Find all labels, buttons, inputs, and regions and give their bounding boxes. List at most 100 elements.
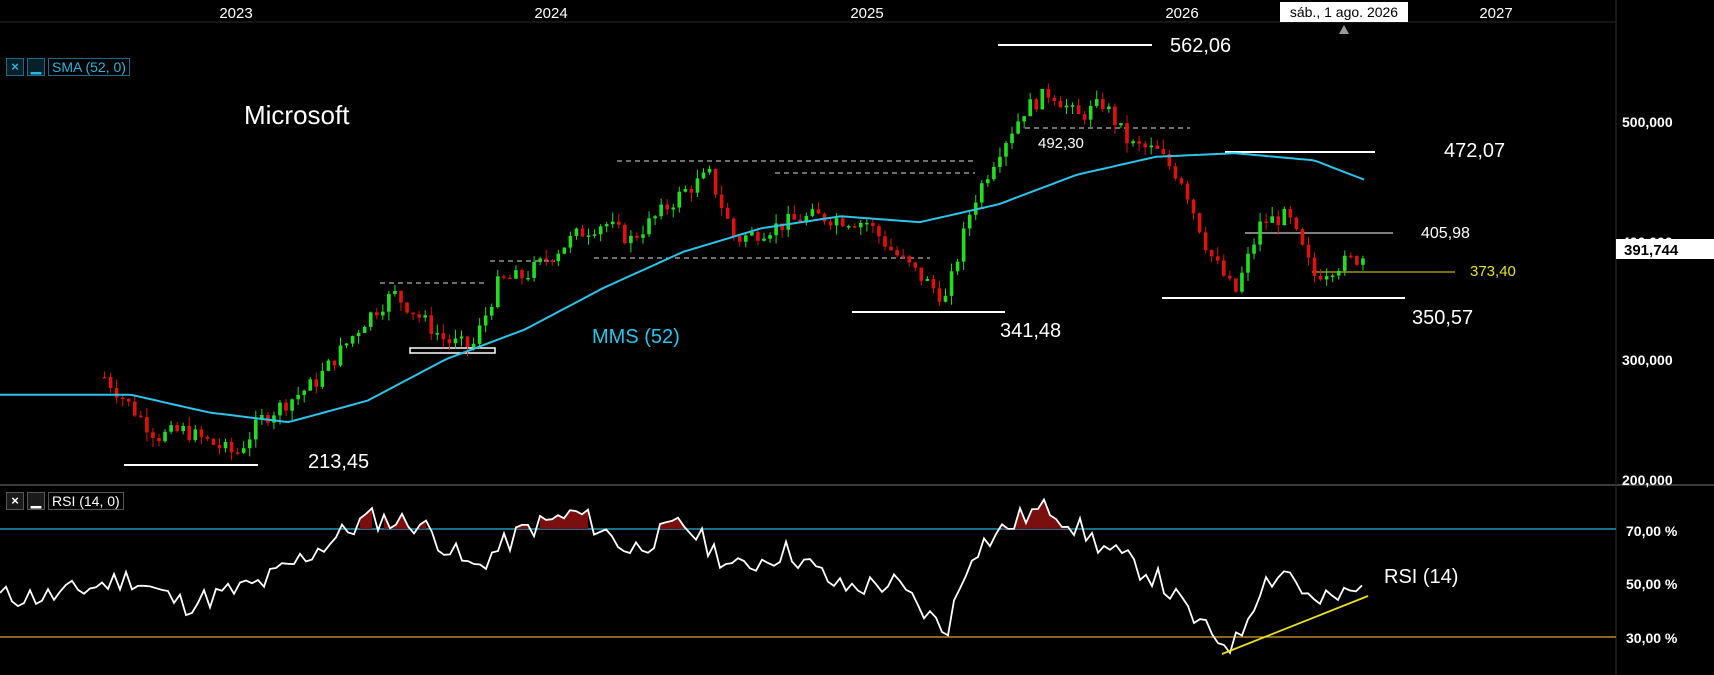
candle-body — [423, 315, 427, 318]
candle-body — [1004, 143, 1008, 157]
candle-body — [1149, 145, 1153, 148]
chart-canvas[interactable]: 2023 2024 2025 2026 2027 sáb., 1 ago. 20… — [0, 0, 1714, 675]
candle-body — [1288, 208, 1293, 218]
candle-body — [120, 397, 125, 400]
candle-body — [719, 194, 724, 208]
candle-body — [846, 226, 851, 228]
close-rsi-button[interactable]: × — [6, 492, 24, 511]
rsi-indicator-control: × ▁ RSI (14, 0) — [6, 492, 124, 511]
candle-body — [858, 222, 863, 228]
candle-body — [1143, 143, 1147, 148]
minimize-rsi-button[interactable]: ▁ — [27, 492, 45, 511]
candle-body — [731, 218, 736, 237]
year-label-2027: 2027 — [1479, 5, 1512, 22]
price-tick-500: 500,000 — [1622, 114, 1673, 130]
label-373: 373,40 — [1470, 263, 1516, 280]
candle-body — [453, 338, 458, 344]
candle-body — [871, 222, 875, 227]
candle-body — [520, 270, 524, 279]
candle-body — [108, 377, 113, 389]
candle-body — [296, 394, 300, 400]
candle-body — [157, 437, 161, 442]
candle-body — [1240, 272, 1244, 292]
close-sma-button[interactable]: × — [6, 58, 24, 77]
candle-body — [1052, 97, 1057, 101]
candle-body — [1264, 221, 1268, 223]
candle-body — [181, 425, 185, 432]
candle-body — [175, 425, 179, 432]
candle-body — [241, 448, 246, 453]
candle-body — [1191, 199, 1196, 214]
candle-body — [429, 315, 434, 334]
candle-body — [635, 235, 639, 238]
candle-body — [671, 207, 676, 210]
candle-body — [1010, 133, 1014, 144]
candle-body — [1234, 278, 1238, 292]
minimize-sma-button[interactable]: ▁ — [27, 58, 45, 77]
candle-body — [1294, 217, 1299, 230]
label-472: 472,07 — [1444, 140, 1505, 162]
candle-body — [1258, 221, 1262, 245]
rsi-panel-label[interactable]: RSI (14, 0) — [48, 492, 124, 511]
candle-body — [417, 314, 421, 318]
candle-body — [278, 402, 282, 416]
candle-body — [1173, 166, 1178, 179]
candle-body — [1252, 244, 1256, 254]
candle-body — [986, 179, 990, 184]
candle-body — [1100, 99, 1105, 110]
candle-body — [937, 288, 942, 302]
candle-body — [1070, 105, 1075, 107]
candle-body — [1058, 100, 1063, 108]
candle-body — [302, 390, 306, 395]
candle-body — [737, 236, 742, 242]
candle-body — [193, 429, 198, 441]
candle-body — [889, 246, 893, 251]
label-mms: MMS (52) — [592, 326, 680, 348]
candle-body — [1215, 256, 1220, 261]
candle-body — [272, 415, 276, 423]
candle-body — [1306, 244, 1311, 258]
candle-body — [495, 276, 500, 308]
candle-body — [151, 432, 155, 438]
sma-indicator-control: × ▁ SMA (52, 0) — [6, 58, 130, 77]
candle-body — [665, 204, 669, 210]
candle-body — [447, 339, 452, 344]
candle-body — [405, 302, 409, 313]
candle-body — [199, 429, 204, 437]
candle-body — [580, 228, 585, 237]
candle-body — [998, 156, 1002, 167]
candle-body — [1300, 229, 1305, 245]
current-price: 391,744 — [1624, 242, 1679, 259]
candle-body — [211, 438, 216, 445]
candle-body — [568, 235, 573, 248]
candle-body — [223, 441, 228, 449]
candle-body — [1082, 114, 1087, 120]
candle-body — [1155, 145, 1160, 149]
candle-body — [877, 226, 881, 237]
sma-panel-label[interactable]: SMA (52, 0) — [48, 58, 130, 77]
candle-body — [1197, 213, 1202, 233]
candle-body — [362, 326, 367, 333]
candle-body — [955, 261, 960, 272]
candle-body — [967, 214, 972, 229]
candle-body — [1330, 275, 1335, 278]
candle-body — [253, 419, 258, 440]
candle-body — [883, 236, 887, 247]
candle-body — [163, 431, 167, 442]
candle-body — [1342, 255, 1347, 271]
candle-body — [514, 270, 518, 279]
candle-body — [1246, 253, 1250, 273]
candle-body — [659, 204, 663, 217]
candle-body — [387, 294, 391, 312]
candle-body — [949, 271, 954, 296]
label-492: 492,30 — [1038, 135, 1084, 152]
candle-body — [1076, 105, 1081, 115]
candle-body — [356, 332, 361, 337]
candle-body — [913, 262, 918, 268]
candle-body — [834, 218, 839, 226]
candle-body — [1046, 88, 1051, 98]
candle-body — [616, 221, 621, 225]
label-213: 213,45 — [308, 451, 369, 473]
label-350: 350,57 — [1412, 307, 1473, 329]
candle-body — [139, 415, 143, 418]
